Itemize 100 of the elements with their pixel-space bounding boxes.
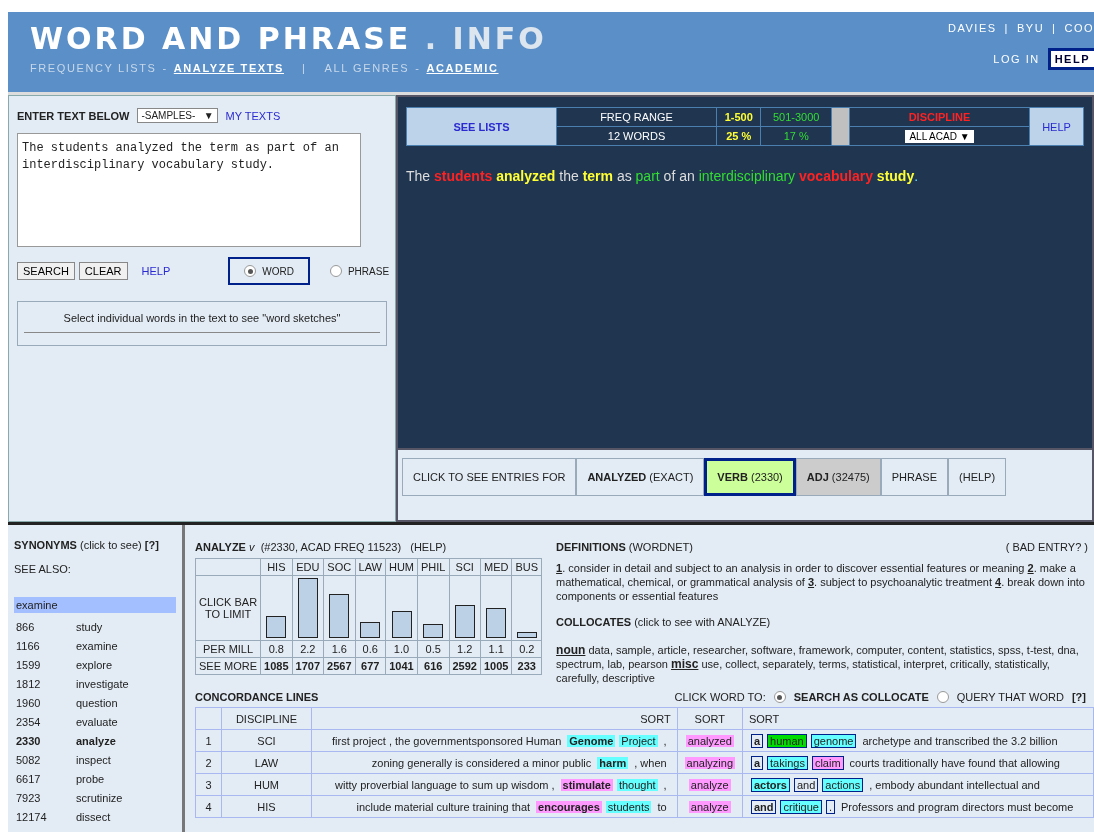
see-more-link[interactable]: 2567 (323, 657, 356, 675)
frequency-bar[interactable] (516, 632, 537, 638)
frequency-bar[interactable] (454, 605, 475, 638)
row-label: SEE MORE (195, 657, 261, 675)
concordance-title: CONCORDANCE LINES (195, 691, 319, 703)
form-button[interactable]: SEARCH (17, 262, 75, 280)
entry-tab[interactable]: PHRASE (880, 458, 949, 496)
nav-separator: - (415, 62, 421, 74)
synonym-link[interactable]: explore (76, 658, 176, 671)
help-link[interactable]: HELP (141, 265, 171, 277)
samples-dropdown[interactable]: -SAMPLES- ▼ (137, 108, 218, 123)
table-cell: 501-3000 (760, 107, 832, 127)
column-header: HUM (385, 558, 418, 576)
table-cell: 1.6 (323, 640, 356, 658)
discipline-dropdown[interactable]: ALL ACAD ▼ (905, 130, 974, 143)
rank-cell-text: 1599 (16, 658, 42, 671)
synonym-link[interactable]: inspect (76, 753, 176, 766)
frequency-bar[interactable] (360, 621, 381, 638)
analyzed-sentence: The students analyzed the term as part of an interdisciplinary vocabulary study. (406, 168, 920, 184)
see-more-link[interactable]: 1707 (292, 657, 324, 675)
left-context: first project , the governmentsponsored Human Genome Project , (311, 729, 678, 752)
see-lists-link[interactable]: SEE LISTS (406, 107, 557, 146)
synonym-link[interactable]: evaluate (76, 715, 176, 728)
column-header: HIS (260, 558, 293, 576)
entry-tab[interactable]: (HELP) (948, 458, 1007, 496)
synonym-link[interactable]: examine (76, 639, 176, 652)
see-more-link[interactable]: 233 (511, 657, 542, 675)
line-number: 4 (195, 795, 222, 818)
see-more-link[interactable]: 616 (417, 657, 449, 675)
table-cell: 25 % (716, 126, 761, 146)
highlighted-synonym[interactable]: examine (14, 597, 176, 613)
synonym-link[interactable]: investigate (76, 677, 176, 690)
radio-label: SEARCH AS COLLOCATE (793, 691, 929, 703)
see-more-link[interactable]: 1085 (260, 657, 293, 675)
synonym-link[interactable]: scrutinize (76, 791, 176, 804)
column-header: SCI (449, 558, 481, 576)
entries-label: CLICK TO SEE ENTRIES FOR (402, 458, 577, 496)
rank-cell-text: 7923 (16, 791, 42, 804)
radio-button[interactable] (773, 691, 786, 703)
text-input-field[interactable]: The students analyzed the term as part of an interdisciplinary vocabulary study. (17, 133, 361, 247)
radio-button[interactable] (329, 265, 342, 277)
node-word[interactable]: analyze (688, 800, 731, 813)
bad-entry-link[interactable]: ( BAD ENTRY? ) (1005, 541, 1088, 553)
rank-cell-text: 1166 (16, 639, 41, 652)
see-more-link[interactable]: 677 (355, 657, 386, 675)
line-number: 1 (195, 729, 222, 752)
line-number: 2 (195, 751, 222, 774)
help-link[interactable]: HELP (1029, 107, 1084, 146)
table-cell: HUM (221, 773, 312, 796)
frequency-bar[interactable] (486, 608, 507, 638)
synonym-link[interactable]: question (76, 696, 176, 709)
rank-cell-text: 1960 (16, 696, 42, 709)
table-cell: DISCIPLINE (849, 107, 1030, 127)
right-context: actors and actions , embody abundant intellectual and (742, 773, 1094, 796)
column-header: MED (480, 558, 512, 576)
see-also-label: SEE ALSO: (14, 563, 72, 575)
node-word[interactable]: analyze (688, 778, 731, 791)
see-more-link[interactable]: 2592 (449, 657, 481, 675)
nav-separator: | (302, 62, 307, 74)
table-cell: 1.0 (385, 640, 418, 658)
table-cell: 0.2 (511, 640, 542, 658)
help-link[interactable]: [?] (1071, 691, 1086, 703)
see-more-link[interactable]: 1005 (480, 657, 512, 675)
column-header[interactable]: SORT (677, 707, 743, 730)
node-word[interactable]: analyzed (685, 734, 734, 747)
radio-button[interactable] (244, 265, 257, 277)
node-word[interactable]: analyzing (684, 756, 735, 769)
rank-cell-text: 12174 (16, 810, 48, 823)
see-more-link[interactable]: 1041 (385, 657, 418, 675)
column-header[interactable]: SORT (311, 707, 678, 730)
entry-tab[interactable]: VERB (2330) (704, 458, 796, 496)
nav-separator: - (162, 62, 168, 74)
my-texts-link[interactable]: MY TEXTS (225, 109, 281, 122)
help-button[interactable]: HELP (1047, 48, 1094, 70)
rank-cell-text: 2354 (16, 715, 42, 728)
column-header: SOC (323, 558, 356, 576)
table-cell: 0.5 (417, 640, 449, 658)
synonym-link[interactable]: dissect (76, 810, 176, 823)
input-label: ENTER TEXT BELOW (17, 109, 130, 122)
radio-label: PHRASE (347, 265, 390, 277)
frequency-bar[interactable] (266, 616, 287, 638)
table-cell: 0.6 (355, 640, 386, 658)
rank-cell-text: 2330 (16, 734, 42, 747)
right-context: a takings claim courts traditionally have found that allowing (742, 751, 1094, 774)
column-header[interactable]: SORT (742, 707, 1094, 730)
form-button[interactable]: CLEAR (78, 262, 128, 280)
synonym-link[interactable]: probe (76, 772, 176, 785)
table-cell: 2.2 (292, 640, 324, 658)
frequency-bar[interactable] (391, 611, 412, 638)
radio-button[interactable] (936, 691, 949, 703)
entry-tab[interactable]: ADJ (32475) (795, 458, 881, 496)
synonym-link[interactable]: analyze (76, 734, 176, 747)
rank-cell-text: 1812 (16, 677, 42, 690)
frequency-bar[interactable] (329, 594, 350, 638)
synonym-link[interactable]: study (76, 620, 176, 633)
entry-tab[interactable]: ANALYZED (EXACT) (576, 458, 705, 496)
left-context: witty proverbial language to sum up wisdom , stimulate thought , (311, 773, 678, 796)
frequency-bar[interactable] (423, 624, 444, 638)
frequency-bar[interactable] (297, 578, 318, 638)
definitions-title: DEFINITIONS (WORDNET) (556, 541, 693, 553)
